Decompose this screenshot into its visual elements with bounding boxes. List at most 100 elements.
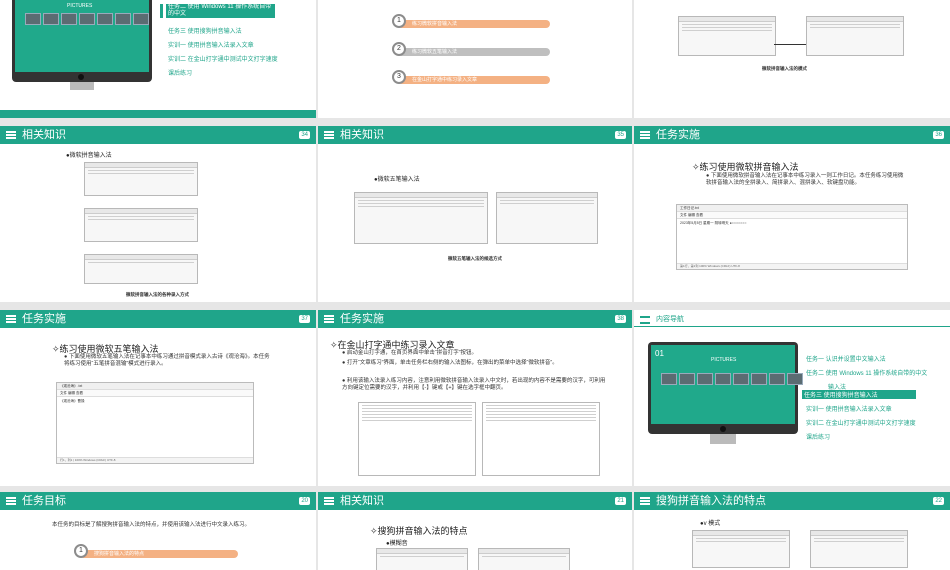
slide-5[interactable]: 相关知识 35 ●微软五笔输入法 微软五笔输入法的候选方式 xyxy=(318,126,632,302)
slide-header: 任务实施 37 xyxy=(0,310,316,328)
slide-7[interactable]: 任务实施 37 ✧练习使用微软五笔输入法 ● 下面使用微软五笔输入法在记事本中练… xyxy=(0,310,316,486)
notepad-content: 2023年5月5日 星期一 阴转晴天 ●○○○○○○○ xyxy=(680,221,747,225)
notepad-window: 工作日记.txt 文件 编辑 查看 2023年5月5日 星期一 阴转晴天 ●○○… xyxy=(676,204,908,270)
menu-item-task3[interactable]: 任务三 使用搜狗拼音输入法 xyxy=(168,26,242,35)
menu-item-training2[interactable]: 实训二 在金山打字通中测试中文打字速度 xyxy=(168,54,278,63)
section-heading: ✧搜狗拼音输入法的特点 xyxy=(370,526,468,536)
task-description-text: 下面使用微软拼音输入法在记事本中练习录入一则工作日记。本任务练习使用微软拼音输入… xyxy=(706,173,904,186)
nav-icon xyxy=(640,316,650,324)
slide3-caption: 微软拼音输入法的模式 xyxy=(762,66,807,71)
vmode-window-1 xyxy=(692,530,790,568)
slide-header: 任务目标 20 xyxy=(0,492,316,510)
step-pill-3[interactable]: 在金山打字通中练习录入文章 xyxy=(398,76,550,84)
bullet-2-text: 打开“文章练习”界面，单击任务栏右侧的输入法图标，在弹出的菜单中选择“微软拼音”… xyxy=(346,360,558,366)
slide-title: 任务目标 xyxy=(22,495,66,507)
step-pill-2[interactable]: 练习微软五笔输入法 xyxy=(398,48,550,56)
slide-4[interactable]: 相关知识 34 ●微软拼音输入法 微软拼音输入法的各种录入方式 xyxy=(0,126,316,302)
notepad-content: 《观沧海》曹操 xyxy=(60,399,85,403)
menu-item-training1[interactable]: 实训一 使用拼音输入法录入文章 xyxy=(168,40,254,49)
menu-item-task3[interactable]: 任务三 使用搜狗拼音输入法 xyxy=(802,390,916,399)
sub-heading: ●模糊音 xyxy=(386,541,408,547)
slide-header: 相关知识 21 xyxy=(318,492,632,510)
menu-icon xyxy=(324,315,334,323)
slide-title: 任务实施 xyxy=(22,313,66,325)
menu-item-task2[interactable]: 任务二 使用 Windows 11 操作系统自带的中文 xyxy=(166,4,275,18)
task-description: ● 下面使用微软拼音输入法在记事本中练习录入一则工作日记。本任务练习使用微软拼音… xyxy=(706,173,906,187)
step-pill-1[interactable]: 练习微软拼音输入法 xyxy=(398,20,550,28)
step-number-2: 2 xyxy=(392,42,406,56)
monitor-stand xyxy=(710,434,736,444)
slide-number: 36 xyxy=(933,131,944,139)
notepad-status: 行1，列1 | 100% Windows (CRLF) UTF-8 xyxy=(57,457,253,463)
menu-item-exercise[interactable]: 课后练习 xyxy=(806,432,830,441)
typing-window-1 xyxy=(358,402,476,476)
slide-9[interactable]: 内容导航 01 PICTURES 任务一 认识并设置中文输入法 任务二 使用 W… xyxy=(634,310,950,486)
menu-icon xyxy=(324,131,334,139)
slide-number: 22 xyxy=(933,497,944,505)
slide-number: 35 xyxy=(615,131,626,139)
ime-window-1 xyxy=(84,162,198,196)
bullet-3-text: 利用该输入法录入练习内容，注意利用微软拼音输入法录入中文时，若出现的内容不是需要… xyxy=(342,378,606,391)
step-number-3: 3 xyxy=(392,70,406,84)
monitor-screen: 01 PICTURES xyxy=(651,345,803,424)
slide-header: 搜狗拼音输入法的特点 22 xyxy=(634,492,950,510)
nav-underline xyxy=(634,326,950,327)
slide-3[interactable]: 微软拼音输入法的模式 xyxy=(634,0,950,118)
slide-2[interactable]: 练习微软拼音输入法 1 练习微软五笔输入法 2 在金山打字通中练习录入文章 3 xyxy=(318,0,632,118)
menu-item-task2[interactable]: 任务二 使用 Windows 11 操作系统自带的中文 xyxy=(806,368,927,377)
slide-footer-bar xyxy=(0,110,316,118)
menu-icon xyxy=(6,131,16,139)
ime-window-2 xyxy=(84,208,198,242)
section-heading: ✧练习使用微软拼音输入法 xyxy=(692,162,799,172)
slide-11[interactable]: 相关知识 21 ✧搜狗拼音输入法的特点 ●模糊音 xyxy=(318,492,632,570)
notepad-menu: 文件 编辑 查看 xyxy=(57,390,253,397)
menu-icon xyxy=(640,497,650,505)
step-number-1: 1 xyxy=(392,14,406,28)
slide-header: 相关知识 35 xyxy=(318,126,632,144)
step-pill-1[interactable]: 搜狗拼音输入法的特点 xyxy=(80,550,238,558)
slide-8[interactable]: 任务实施 38 ✧在金山打字通中练习录入文章 ● 启动金山打字通，在首页界面中单… xyxy=(318,310,632,486)
monitor-title: PICTURES xyxy=(711,357,737,363)
bullet-1: ● 启动金山打字通，在首页界面中单击“拼音打字”按钮。 xyxy=(342,350,610,357)
slide-6[interactable]: 任务实施 36 ✧练习使用微软拼音输入法 ● 下面使用微软拼音输入法在记事本中练… xyxy=(634,126,950,302)
monitor-image: PICTURES xyxy=(12,0,152,82)
slide-header: 任务实施 36 xyxy=(634,126,950,144)
slide-header: 相关知识 34 xyxy=(0,126,316,144)
ime-window-3 xyxy=(84,254,198,284)
notepad-menu: 文件 编辑 查看 xyxy=(677,212,907,219)
slide-header: 任务实施 38 xyxy=(318,310,632,328)
apple-logo-icon xyxy=(720,426,726,432)
slide-title: 任务实施 xyxy=(656,129,700,141)
menu-icon xyxy=(640,131,650,139)
sub-heading: ●v 模式 xyxy=(700,521,721,527)
menu-item-exercise[interactable]: 课后练习 xyxy=(168,68,192,77)
slide-number: 38 xyxy=(615,315,626,323)
wubi-window-2 xyxy=(496,192,598,244)
task-goal-text: 本任务的目标是了解搜狗拼音输入法的特点，并使用该输入法进行中文录入练习。 xyxy=(52,522,251,528)
slide-title: 相关知识 xyxy=(340,129,384,141)
task-description-text: 下面使用微软五笔输入法在记事本中练习通过拼音模式录入古诗《观沧海》。本任务将练习… xyxy=(64,354,270,367)
slide-number: 37 xyxy=(299,315,310,323)
menu-icon xyxy=(324,497,334,505)
arrow-icon xyxy=(774,44,806,45)
typing-window-2 xyxy=(482,402,600,476)
slide-number: 20 xyxy=(299,497,310,505)
notepad-window: 《观沧海》.txt 文件 编辑 查看 《观沧海》曹操 行1，列1 | 100% … xyxy=(56,382,254,464)
slide-12[interactable]: 搜狗拼音输入法的特点 22 ●v 模式 xyxy=(634,492,950,570)
apple-logo-icon xyxy=(78,74,84,80)
bullet-1-text: 启动金山打字通，在首页界面中单击“拼音打字”按钮。 xyxy=(346,350,478,356)
slide-10[interactable]: 任务目标 20 本任务的目标是了解搜狗拼音输入法的特点，并使用该输入法进行中文录… xyxy=(0,492,316,570)
slide-number: 21 xyxy=(615,497,626,505)
fuzzy-window-2 xyxy=(478,548,570,570)
monitor-title: PICTURES xyxy=(67,3,93,9)
slide1-menu-bar xyxy=(160,4,163,18)
menu-item-task1[interactable]: 任务一 认识并设置中文输入法 xyxy=(806,354,886,363)
menu-item-training2[interactable]: 实训二 在金山打字通中测试中文打字速度 xyxy=(806,418,916,427)
monitor-stand xyxy=(70,82,94,90)
slide-1[interactable]: PICTURES 任务二 使用 Windows 11 操作系统自带的中文 任务三… xyxy=(0,0,316,118)
task-description: ● 下面使用微软五笔输入法在记事本中练习通过拼音模式录入古诗《观沧海》。本任务将… xyxy=(64,354,274,368)
menu-item-training1[interactable]: 实训一 使用拼音输入法录入文章 xyxy=(806,404,892,413)
pinyin-mode-window-2 xyxy=(806,16,904,56)
section-heading: ●微软拼音输入法 xyxy=(66,153,112,159)
photo-thumbnails xyxy=(661,373,803,385)
